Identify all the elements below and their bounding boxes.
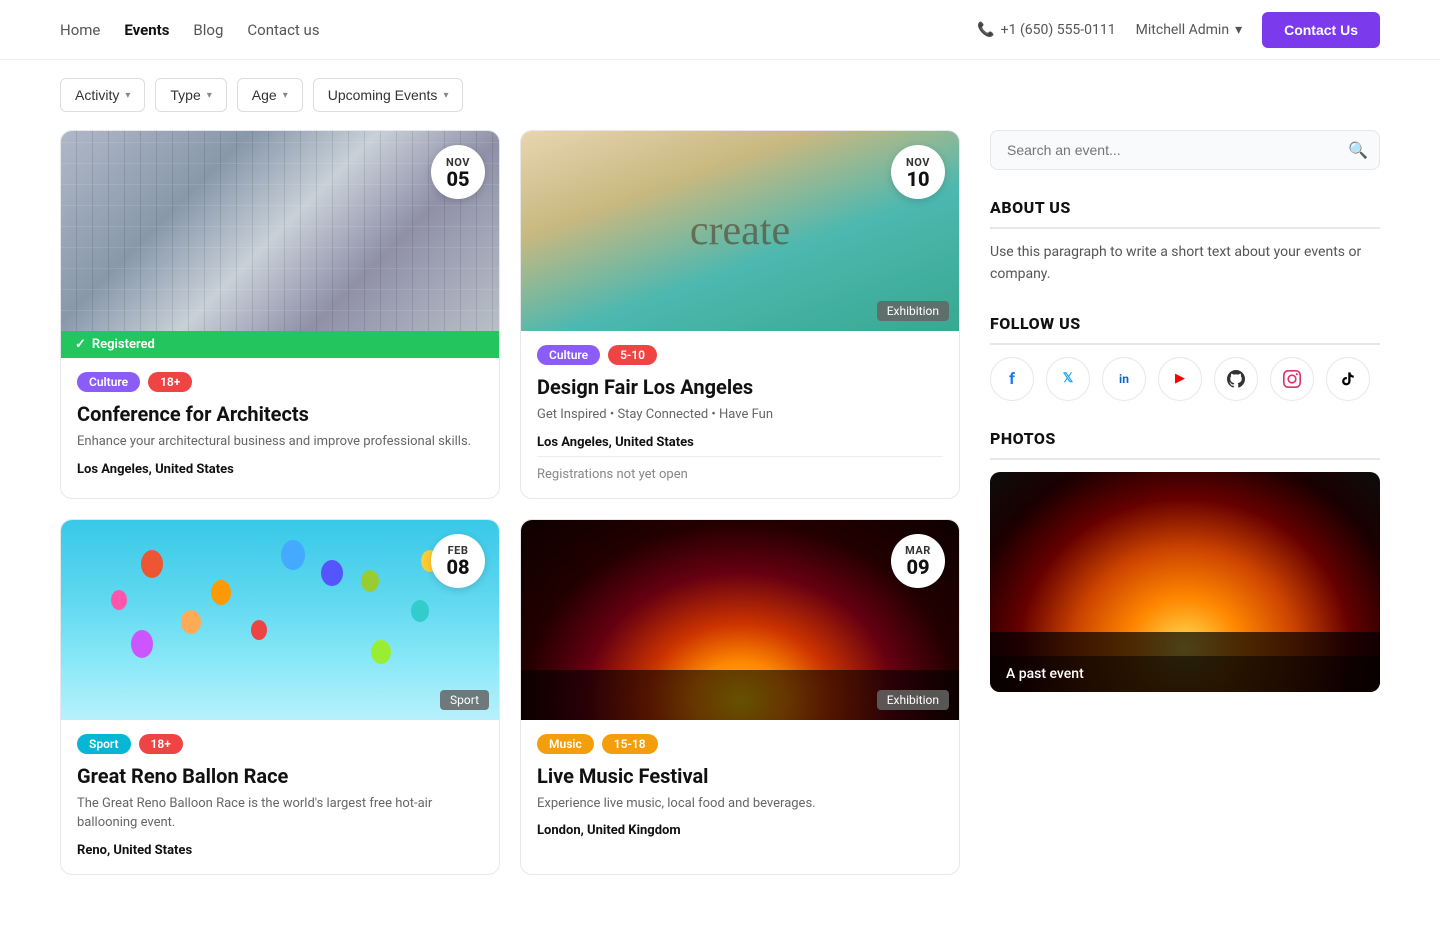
tag-18plus: 18+ (148, 372, 192, 392)
linkedin-icon[interactable]: in (1102, 357, 1146, 401)
photo-caption: A past event (990, 656, 1380, 692)
chevron-down-icon: ▾ (125, 90, 130, 101)
photo-block: A past event (990, 472, 1380, 692)
category-badge: Exhibition (877, 690, 949, 710)
date-day: 09 (906, 557, 929, 577)
card-location: Los Angeles, United States (77, 462, 483, 477)
follow-title: FOLLOW US (990, 314, 1380, 345)
nav-links: Home Events Blog Contact us (60, 21, 320, 39)
photos-section: PHOTOS A past event (990, 429, 1380, 692)
phone-number: 📞 +1 (650) 555-0111 (977, 22, 1115, 38)
date-day: 10 (906, 169, 929, 189)
card-image-wrap: create NOV 10 Exhibition (521, 131, 959, 331)
card-image-wrap: NOV 05 (61, 131, 499, 331)
github-icon[interactable] (1214, 357, 1258, 401)
date-badge: FEB 08 (431, 534, 485, 588)
event-card-balloon-race[interactable]: FEB 08 Sport Sport 18+ Great Reno Ballon… (60, 519, 500, 875)
card-tags: Culture 5-10 (537, 345, 943, 365)
chevron-down-icon: ▾ (207, 90, 212, 101)
filter-type[interactable]: Type ▾ (155, 78, 226, 112)
tag-music: Music (537, 734, 594, 754)
date-day: 05 (446, 169, 469, 189)
card-location: Los Angeles, United States (537, 435, 943, 450)
date-day: 08 (446, 557, 469, 577)
nav-events[interactable]: Events (124, 21, 169, 39)
tag-age-range: 5-10 (608, 345, 657, 365)
search-icon: 🔍 (1348, 141, 1368, 160)
tag-culture: Culture (77, 372, 140, 392)
registered-bar: ✓ Registered (61, 331, 499, 358)
twitter-icon[interactable]: 𝕏 (1046, 357, 1090, 401)
date-badge: MAR 09 (891, 534, 945, 588)
card-title: Live Music Festival (537, 764, 943, 788)
card-desc: Enhance your architectural business and … (77, 432, 483, 452)
card-image-wrap: FEB 08 Sport (61, 520, 499, 720)
chevron-down-icon: ▾ (443, 90, 448, 101)
nav-home[interactable]: Home (60, 21, 100, 39)
chevron-down-icon: ▾ (1235, 22, 1242, 38)
about-title: ABOUT US (990, 198, 1380, 229)
chevron-down-icon: ▾ (283, 90, 288, 101)
youtube-icon[interactable]: ▶ (1158, 357, 1202, 401)
filter-age[interactable]: Age ▾ (237, 78, 303, 112)
card-location: Reno, United States (77, 843, 483, 858)
nav-right: 📞 +1 (650) 555-0111 Mitchell Admin ▾ Con… (977, 12, 1380, 48)
contact-us-button[interactable]: Contact Us (1262, 12, 1380, 48)
tag-culture: Culture (537, 345, 600, 365)
tag-sport: Sport (77, 734, 131, 754)
date-badge: NOV 05 (431, 145, 485, 199)
card-body: Sport 18+ Great Reno Ballon Race The Gre… (61, 720, 499, 874)
card-tags: Culture 18+ (77, 372, 483, 392)
card-image-wrap: MAR 09 Exhibition (521, 520, 959, 720)
about-section: ABOUT US Use this paragraph to write a s… (990, 198, 1380, 286)
photos-title: PHOTOS (990, 429, 1380, 460)
event-card-design-fair[interactable]: create NOV 10 Exhibition Culture 5-10 De… (520, 130, 960, 499)
card-title: Great Reno Ballon Race (77, 764, 483, 788)
card-body: Culture 18+ Conference for Architects En… (61, 358, 499, 493)
main-content: NOV 05 ✓ Registered Culture 18+ Conferen… (0, 130, 1440, 915)
date-badge: NOV 10 (891, 145, 945, 199)
category-badge: Sport (440, 690, 489, 710)
facebook-icon[interactable]: f (990, 357, 1034, 401)
event-card-conference-architects[interactable]: NOV 05 ✓ Registered Culture 18+ Conferen… (60, 130, 500, 499)
card-desc: Experience live music, local food and be… (537, 794, 943, 814)
card-title: Design Fair Los Angeles (537, 375, 943, 399)
filter-bar: Activity ▾ Type ▾ Age ▾ Upcoming Events … (0, 60, 1440, 130)
card-title: Conference for Architects (77, 402, 483, 426)
tiktok-icon[interactable] (1326, 357, 1370, 401)
events-grid: NOV 05 ✓ Registered Culture 18+ Conferen… (60, 130, 960, 875)
card-tags: Sport 18+ (77, 734, 483, 754)
nav-blog[interactable]: Blog (193, 21, 223, 39)
card-location: London, United Kingdom (537, 823, 943, 838)
tag-age-range: 15-18 (602, 734, 658, 754)
tag-18plus: 18+ (139, 734, 183, 754)
about-text: Use this paragraph to write a short text… (990, 241, 1380, 286)
user-menu[interactable]: Mitchell Admin ▾ (1136, 22, 1242, 38)
filter-activity[interactable]: Activity ▾ (60, 78, 145, 112)
navbar: Home Events Blog Contact us 📞 +1 (650) 5… (0, 0, 1440, 60)
check-icon: ✓ (75, 337, 86, 352)
search-box: 🔍 (990, 130, 1380, 170)
card-desc: Get Inspired • Stay Connected • Have Fun (537, 405, 943, 425)
card-body: Culture 5-10 Design Fair Los Angeles Get… (521, 331, 959, 498)
category-badge: Exhibition (877, 301, 949, 321)
card-body: Music 15-18 Live Music Festival Experien… (521, 720, 959, 855)
event-card-music-festival[interactable]: MAR 09 Exhibition Music 15-18 Live Music… (520, 519, 960, 875)
card-desc: The Great Reno Balloon Race is the world… (77, 794, 483, 833)
nav-contact[interactable]: Contact us (247, 21, 319, 39)
phone-icon: 📞 (977, 22, 994, 38)
card-reg-status: Registrations not yet open (537, 456, 943, 482)
filter-upcoming-events[interactable]: Upcoming Events ▾ (313, 78, 464, 112)
follow-section: FOLLOW US f 𝕏 in ▶ (990, 314, 1380, 401)
sidebar: 🔍 ABOUT US Use this paragraph to write a… (990, 130, 1380, 875)
instagram-icon[interactable] (1270, 357, 1314, 401)
card-tags: Music 15-18 (537, 734, 943, 754)
social-icons: f 𝕏 in ▶ (990, 357, 1380, 401)
search-input[interactable] (990, 130, 1380, 170)
